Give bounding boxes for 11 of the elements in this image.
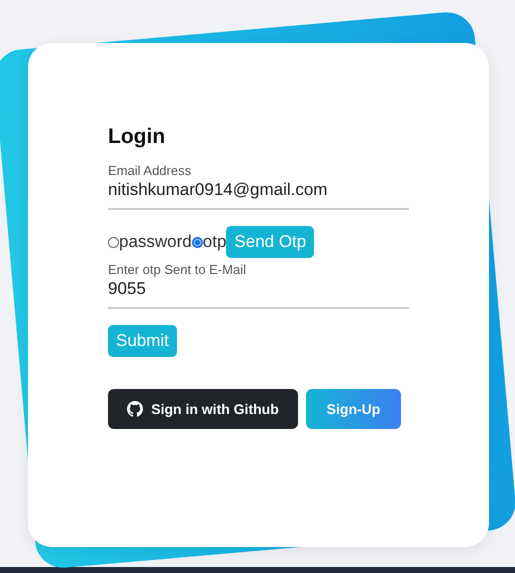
input-field[interactable]: nitishkumar0914@gmail.com — [108, 178, 409, 210]
form-title: Login — [108, 125, 166, 149]
radio-label: password — [119, 232, 192, 252]
github-icon — [127, 401, 144, 417]
radio-button[interactable] — [192, 236, 203, 248]
radio-label: otp — [202, 232, 226, 252]
input-field[interactable]: 9055 — [108, 277, 409, 309]
field-label: Enter otp Sent to E-Mail — [108, 262, 248, 277]
radio-button[interactable] — [108, 236, 119, 248]
github-signin-button[interactable]: Sign in with Github — [108, 389, 298, 429]
field-label: Email Address — [108, 163, 192, 178]
